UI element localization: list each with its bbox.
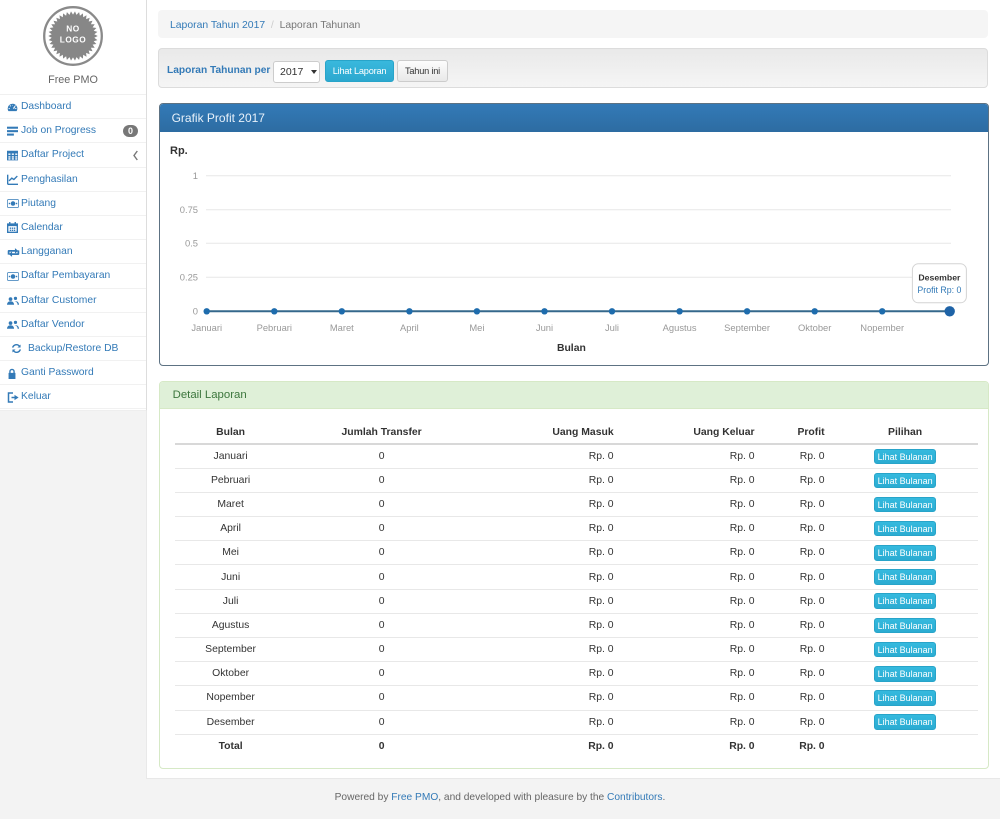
svg-text:1: 1	[192, 170, 197, 181]
svg-text:Nopember: Nopember	[860, 322, 904, 333]
svg-text:Mei: Mei	[469, 322, 484, 333]
svg-text:Desember: Desember	[918, 273, 961, 283]
svg-text:April: April	[400, 322, 419, 333]
svg-text:Profit Rp: 0: Profit Rp: 0	[917, 285, 961, 295]
svg-text:LOGO: LOGO	[60, 35, 86, 45]
svg-text:Juli: Juli	[605, 322, 619, 333]
svg-text:Januari: Januari	[191, 322, 222, 333]
svg-text:0.5: 0.5	[185, 238, 198, 249]
svg-text:0: 0	[192, 306, 197, 317]
svg-text:Agustus: Agustus	[662, 322, 696, 333]
svg-text:Maret: Maret	[329, 322, 353, 333]
svg-text:Rp.: Rp.	[170, 145, 188, 157]
svg-text:Bulan: Bulan	[557, 343, 586, 354]
svg-text:NO: NO	[66, 24, 79, 34]
svg-text:Oktober: Oktober	[798, 322, 831, 333]
svg-text:0.75: 0.75	[179, 204, 197, 215]
svg-text:0.25: 0.25	[179, 272, 197, 283]
svg-text:Pebruari: Pebruari	[256, 322, 291, 333]
svg-text:Juni: Juni	[535, 322, 552, 333]
svg-text:September: September	[724, 322, 770, 333]
